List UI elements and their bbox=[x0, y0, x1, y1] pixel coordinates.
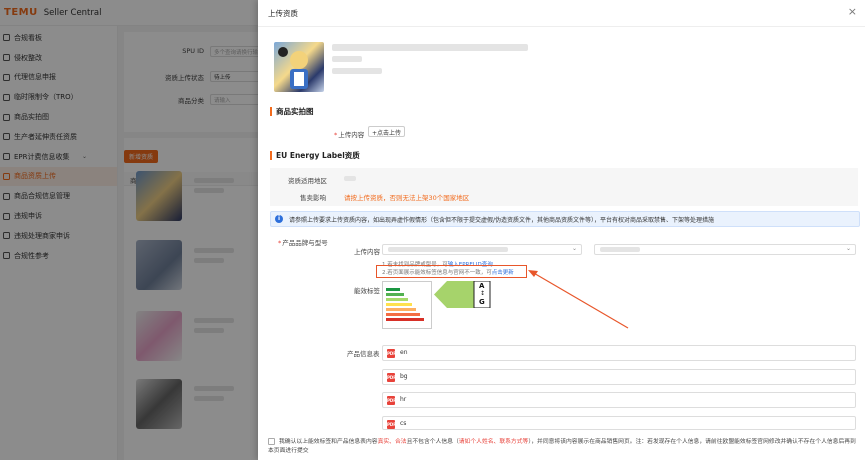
info-icon: i bbox=[275, 215, 283, 223]
drawer-divider bbox=[258, 26, 865, 27]
section-title-product-photo: 商品实拍图 bbox=[270, 107, 314, 116]
upload-content-label-2: 上传内容 bbox=[354, 248, 380, 256]
brand-value-blurred bbox=[388, 247, 508, 252]
energy-bar bbox=[386, 313, 420, 316]
product-sheet-row-hr[interactable]: PDF hr bbox=[382, 392, 856, 408]
drawer-title: 上传资质 bbox=[268, 9, 298, 18]
energy-bar bbox=[386, 303, 412, 306]
update-link[interactable]: 点击更新 bbox=[492, 270, 514, 276]
region-value-blurred bbox=[344, 176, 356, 181]
model-select[interactable]: ⌄ bbox=[594, 244, 856, 255]
product-title-blurred bbox=[332, 44, 528, 51]
impact-label: 售卖影响 bbox=[300, 194, 326, 202]
confirmation-statement: 我确认以上能效标签和产品信息表内容真实、合法且不包含个人信息（请如个人姓名、联系… bbox=[268, 438, 856, 454]
close-icon[interactable]: × bbox=[848, 5, 857, 18]
brand-model-label: *产品品牌与型号 bbox=[278, 239, 328, 247]
pdf-file-icon: PDF bbox=[387, 373, 396, 382]
upload-photo-button[interactable]: +点击上传 bbox=[368, 126, 406, 137]
product-info-sheet-label: 产品信息表 bbox=[347, 350, 380, 358]
notice-text: 请参照上传要求上传资质内容，如出现弄虚作假情形（包含但不限于提交虚假/伪造资质文… bbox=[289, 216, 715, 224]
upload-notice: i 请参照上传要求上传资质内容，如出现弄虚作假情形（包含但不限于提交虚假/伪造资… bbox=[270, 211, 860, 227]
energy-grade-bottom: G bbox=[479, 298, 485, 306]
qualification-info-block: 资质适用地区 售卖影响 请按上传资质，否则无法上架30个国家地区 bbox=[270, 168, 858, 206]
energy-bar bbox=[386, 298, 408, 301]
hint-update: 2.若页面展示能效标签信息与官网不一致，可点击更新 bbox=[382, 270, 514, 276]
product-spu-blurred bbox=[332, 56, 362, 62]
chevron-down-icon: ⌄ bbox=[845, 245, 851, 252]
energy-grade-arrow: A ↕ G bbox=[434, 280, 492, 309]
product-image-art bbox=[278, 47, 308, 89]
upload-qualification-drawer: 上传资质 × 商品实拍图 *上传内容 +点击上传 EU Energy Label… bbox=[258, 0, 865, 460]
energy-grade-top: A bbox=[479, 282, 485, 290]
energy-bar bbox=[386, 318, 424, 321]
section-title-energy-label: EU Energy Label资质 bbox=[270, 151, 360, 160]
product-sheet-row-bg[interactable]: PDF bg bbox=[382, 369, 856, 385]
region-label: 资质适用地区 bbox=[288, 177, 327, 185]
annotation-arrow bbox=[528, 270, 629, 329]
product-sheet-row-en[interactable]: PDF en bbox=[382, 345, 856, 361]
pdf-file-icon: PDF bbox=[387, 396, 396, 405]
energy-bar bbox=[386, 308, 416, 311]
impact-warning: 请按上传资质，否则无法上架30个国家地区 bbox=[344, 194, 470, 202]
confirm-checkbox[interactable] bbox=[268, 438, 275, 445]
energy-bar bbox=[386, 293, 404, 296]
product-image bbox=[274, 42, 324, 92]
product-sheet-row-cs[interactable]: PDF cs bbox=[382, 416, 856, 430]
upload-content-label: *上传内容 bbox=[334, 131, 365, 139]
chevron-down-icon: ⌄ bbox=[571, 245, 577, 252]
product-sku-blurred bbox=[332, 68, 382, 74]
brand-select[interactable]: ⌄ bbox=[382, 244, 582, 255]
energy-bar bbox=[386, 288, 400, 291]
pdf-file-icon: PDF bbox=[387, 420, 396, 429]
energy-label-image[interactable] bbox=[382, 281, 432, 329]
energy-label-label: 能效标签 bbox=[354, 287, 380, 295]
energy-grade-arrow-glyph: ↕ bbox=[480, 290, 486, 297]
model-value-blurred bbox=[600, 247, 640, 252]
pdf-file-icon: PDF bbox=[387, 349, 396, 358]
